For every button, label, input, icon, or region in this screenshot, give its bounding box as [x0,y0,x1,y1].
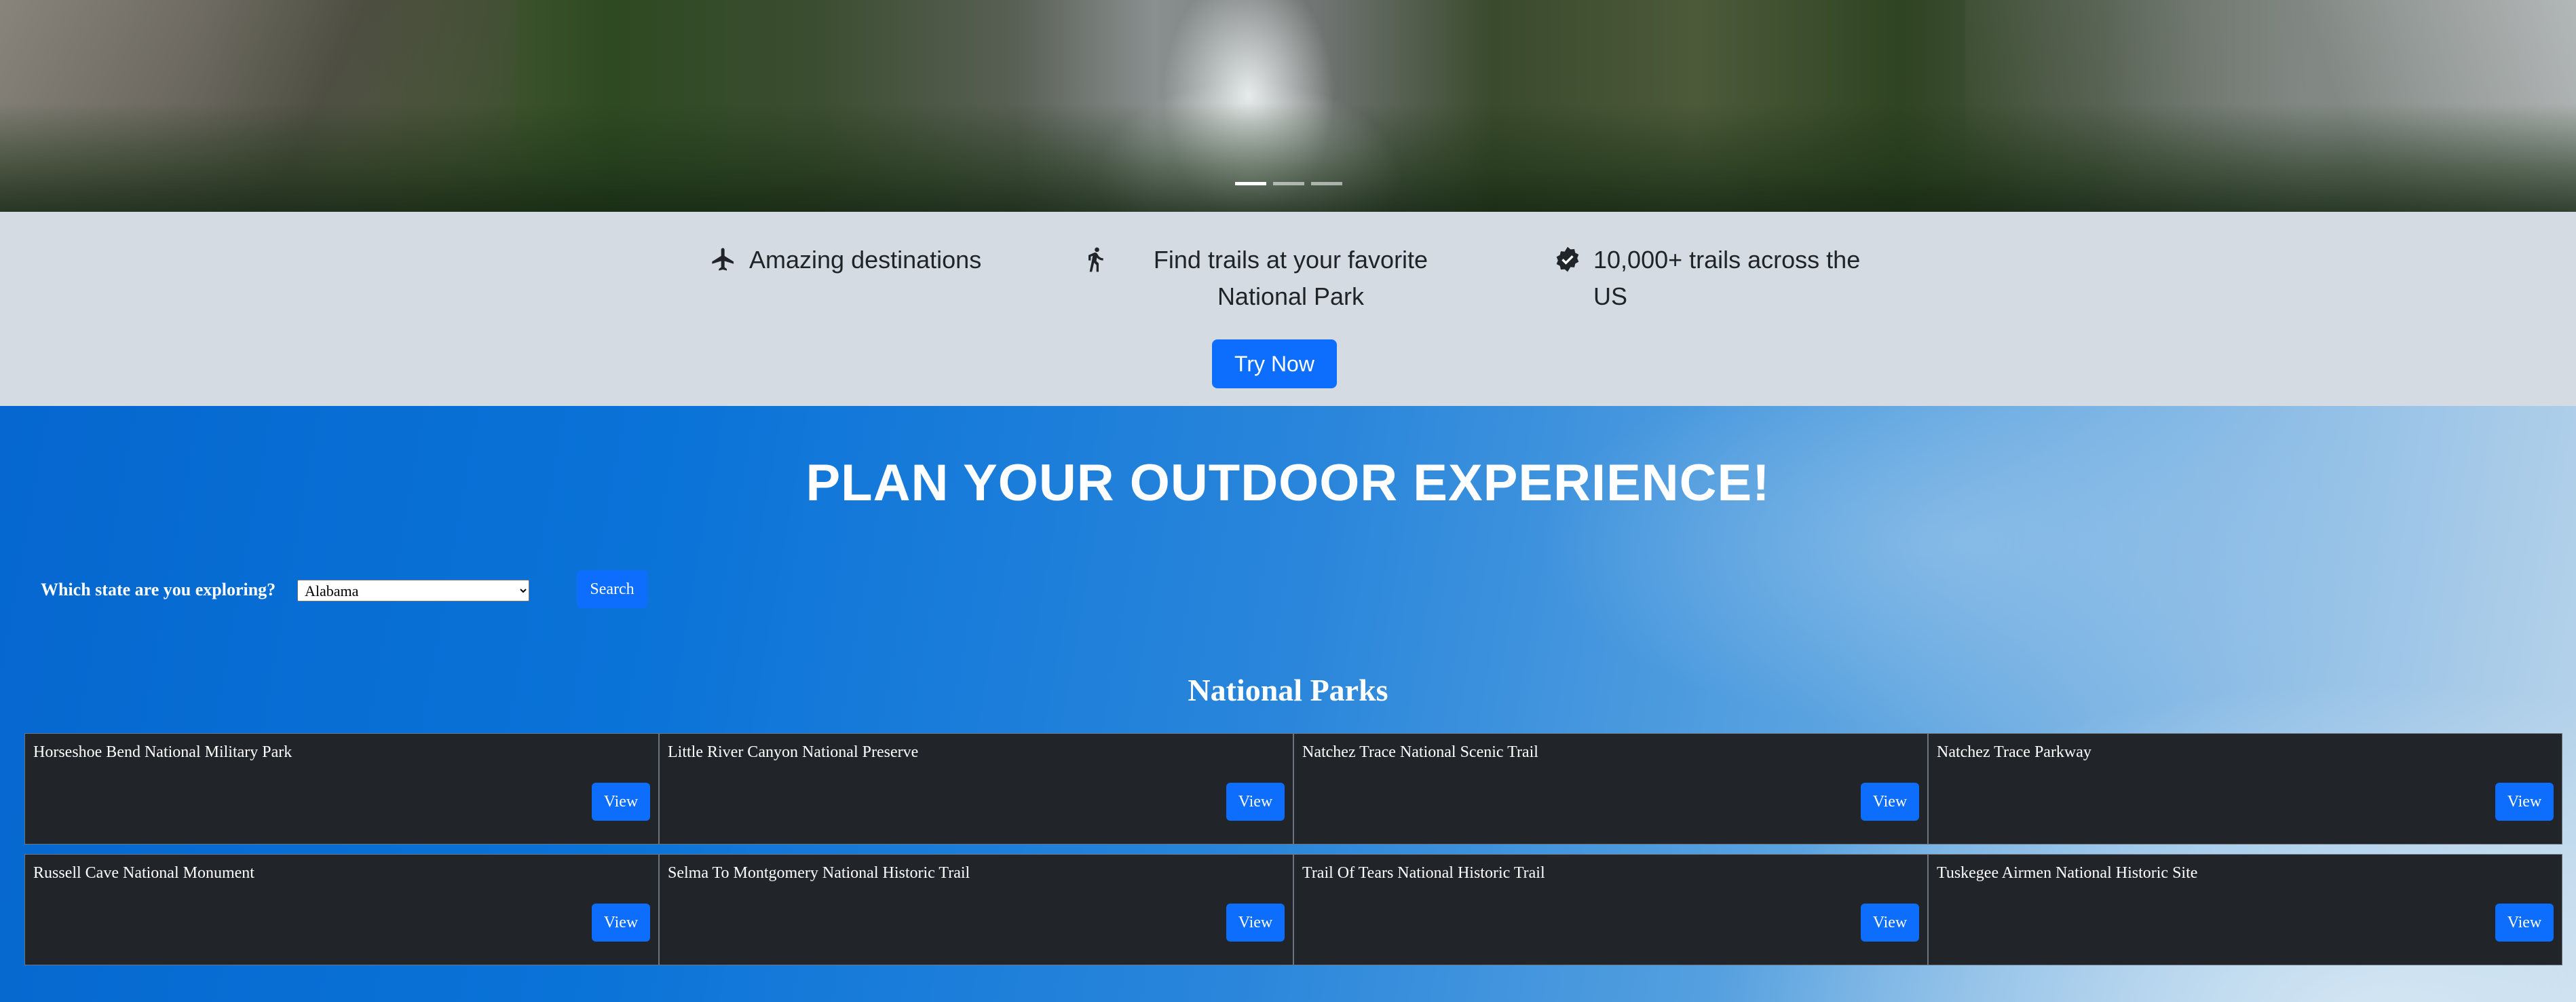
parks-heading: National Parks [1188,673,1388,707]
park-card: Horseshoe Bend National Military Park Vi… [24,733,659,845]
park-card: Russell Cave National Monument View [24,854,659,965]
person-walking-icon [1088,247,1103,272]
page-title: PLAN YOUR OUTDOOR EXPERIENCE! [806,454,1770,512]
features-strip: Amazing destinations Find trails at your… [0,212,2576,406]
airplane-icon [712,248,734,271]
view-button[interactable]: View [2495,904,2554,942]
view-button[interactable]: View [1861,783,1919,821]
view-button[interactable]: View [592,904,650,942]
feature-destinations: Amazing destinations [710,242,995,278]
parks-grid: Horseshoe Bend National Military Park Vi… [24,733,2564,975]
park-card: Little River Canyon National Preserve Vi… [659,733,1293,845]
check-badge-icon [1556,246,1579,272]
try-now-button[interactable]: Try Now [1212,339,1337,388]
carousel-indicators [1235,182,1342,185]
carousel-indicator-1[interactable] [1235,182,1266,185]
view-button[interactable]: View [592,783,650,821]
plan-section: PLAN YOUR OUTDOOR EXPERIENCE! Which stat… [0,406,2576,1002]
view-button[interactable]: View [1226,783,1285,821]
park-card-title: Horseshoe Bend National Military Park [33,743,292,761]
park-card: Tuskegee Airmen National Historic Site V… [1928,854,2562,965]
park-card-title: Little River Canyon National Preserve [668,743,919,761]
park-card-title: Russell Cave National Monument [33,864,254,882]
state-select[interactable]: Alabama [297,580,529,601]
feature-text: Amazing destinations [749,246,982,274]
park-card-title: Selma To Montgomery National Historic Tr… [668,864,970,882]
park-card: Natchez Trace Parkway View [1928,733,2562,845]
feature-text: 10,000+ trails across the US [1593,246,1861,310]
park-card: Natchez Trace National Scenic Trail View [1293,733,1928,845]
view-button[interactable]: View [1861,904,1919,942]
park-card-title: Trail Of Tears National Historic Trail [1302,864,1545,882]
state-select-label: Which state are you exploring? [41,580,276,599]
parks-row: Horseshoe Bend National Military Park Vi… [24,733,2564,845]
hero-image-forest [0,103,2576,212]
park-card: Selma To Montgomery National Historic Tr… [659,854,1293,965]
feature-trails: Find trails at your favorite National Pa… [1082,242,1469,315]
view-button[interactable]: View [2495,783,2554,821]
park-card-title: Natchez Trace Parkway [1937,743,2091,761]
carousel-indicator-2[interactable] [1273,182,1304,185]
view-button[interactable]: View [1226,904,1285,942]
carousel-indicator-3[interactable] [1311,182,1342,185]
feature-text: Find trails at your favorite National Pa… [1153,246,1428,310]
park-card-title: Natchez Trace National Scenic Trail [1302,743,1538,761]
parks-row: Russell Cave National Monument View Selm… [24,854,2564,965]
hero-carousel [0,0,2576,212]
park-card: Trail Of Tears National Historic Trail V… [1293,854,1928,965]
search-button[interactable]: Search [577,570,647,608]
feature-count: 10,000+ trails across the US [1554,242,1893,315]
park-card-title: Tuskegee Airmen National Historic Site [1937,864,2198,882]
